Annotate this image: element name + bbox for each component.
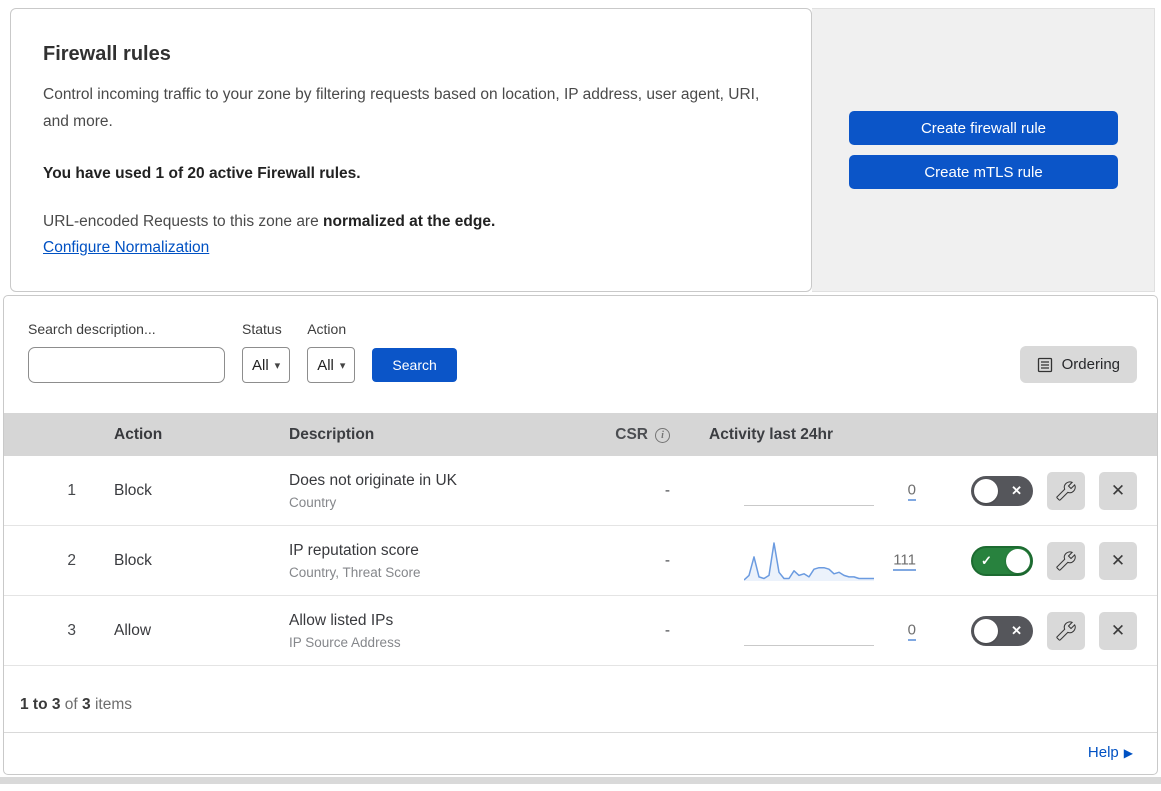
table-row: 2 Block IP reputation score Country, Thr… [4,526,1157,596]
table-row: 3 Allow Allow listed IPs IP Source Addre… [4,596,1157,666]
enable-toggle[interactable]: ✓ ✕ [971,475,1033,506]
page-title: Firewall rules [43,43,171,65]
rule-criteria: IP Source Address [289,634,401,650]
table-header: Action Description CSR i Activity last 24… [4,413,1157,456]
header-card: Firewall rules Control incoming traffic … [10,8,812,292]
wrench-icon [1056,620,1076,641]
toggle-knob [974,478,998,503]
normalization-text: URL-encoded Requests to this zone are no… [43,213,496,231]
rule-action: Block [114,551,152,569]
list-document-icon [1037,357,1052,372]
configure-normalization-link[interactable]: Configure Normalization [43,239,209,256]
toggle-knob [1006,548,1030,573]
enable-toggle[interactable]: ✓ ✕ [971,545,1033,576]
chevron-down-icon: ▾ [339,359,346,372]
firewall-rules-page: Firewall rules Control incoming traffic … [0,0,1161,784]
rule-csr: - [664,621,670,639]
table-row: 1 Block Does not originate in UK Country… [4,456,1157,526]
status-label: Status [242,321,282,337]
rule-description: Does not originate in UK [289,471,458,489]
check-icon: ✓ [981,552,992,568]
status-select[interactable]: All ▾ [242,347,291,383]
activity-count-link[interactable]: 111 [893,551,916,570]
rule-criteria: Country, Threat Score [289,564,421,580]
rule-priority: 2 [67,551,76,569]
top-section: Firewall rules Control incoming traffic … [10,8,1155,292]
filter-bar: Search description... Status All ▾ Actio… [4,296,1157,413]
rule-csr: - [664,551,670,569]
wrench-icon [1056,480,1076,501]
search-label: Search description... [28,321,156,337]
edit-rule-button[interactable] [1047,541,1085,580]
rule-action: Block [114,481,152,499]
rule-criteria: Country [289,494,337,510]
edit-rule-button[interactable] [1047,611,1085,650]
create-firewall-rule-button[interactable]: Create firewall rule [849,111,1118,145]
edit-rule-button[interactable] [1047,471,1085,510]
column-csr: CSR i [594,426,694,444]
delete-rule-button[interactable]: ✕ [1099,541,1137,580]
x-icon: ✕ [1011,622,1022,638]
close-icon: ✕ [1110,550,1126,570]
delete-rule-button[interactable]: ✕ [1099,611,1137,650]
activity-sparkline-chart [744,542,874,581]
column-description: Description [289,425,375,443]
ordering-button[interactable]: Ordering [1019,346,1137,383]
x-icon: ✕ [1011,482,1022,498]
actions-panel: Create firewall rule Create mTLS rule [812,8,1155,292]
search-button[interactable]: Search [372,348,457,382]
help-link[interactable]: Help ▶ [1088,744,1133,761]
info-icon[interactable]: i [655,427,670,443]
arrow-right-icon: ▶ [1123,746,1133,760]
close-icon: ✕ [1110,480,1126,500]
column-activity: Activity last 24hr [709,425,834,443]
rule-action: Allow [114,621,152,639]
rule-csr: - [664,481,670,499]
usage-notice: You have used 1 of 20 active Firewall ru… [43,165,361,183]
rule-priority: 1 [67,481,76,499]
close-icon: ✕ [1110,620,1126,640]
activity-sparkline-flat [744,505,874,506]
activity-count-link[interactable]: 0 [907,481,916,500]
page-description: Control incoming traffic to your zone by… [43,86,760,130]
activity-count-link[interactable]: 0 [907,621,916,640]
create-mtls-rule-button[interactable]: Create mTLS rule [849,155,1118,189]
search-input[interactable] [47,356,246,374]
rule-priority: 3 [67,621,76,639]
rule-description: Allow listed IPs [289,611,394,629]
rules-list-card: Search description... Status All ▾ Actio… [3,295,1158,775]
wrench-icon [1056,550,1076,571]
enable-toggle[interactable]: ✓ ✕ [971,615,1033,646]
column-action: Action [114,425,163,443]
delete-rule-button[interactable]: ✕ [1099,471,1137,510]
chevron-down-icon: ▾ [274,359,281,372]
activity-sparkline-flat [744,645,874,646]
search-input-wrapper [28,347,246,383]
action-label: Action [307,321,347,337]
help-row: Help ▶ [4,732,1157,774]
toggle-knob [974,618,998,643]
action-select[interactable]: All ▾ [307,347,356,383]
items-summary: 1 to 3 of 3 items [20,696,133,713]
rule-description: IP reputation score [289,541,419,559]
page-bottom-edge [0,777,1161,784]
